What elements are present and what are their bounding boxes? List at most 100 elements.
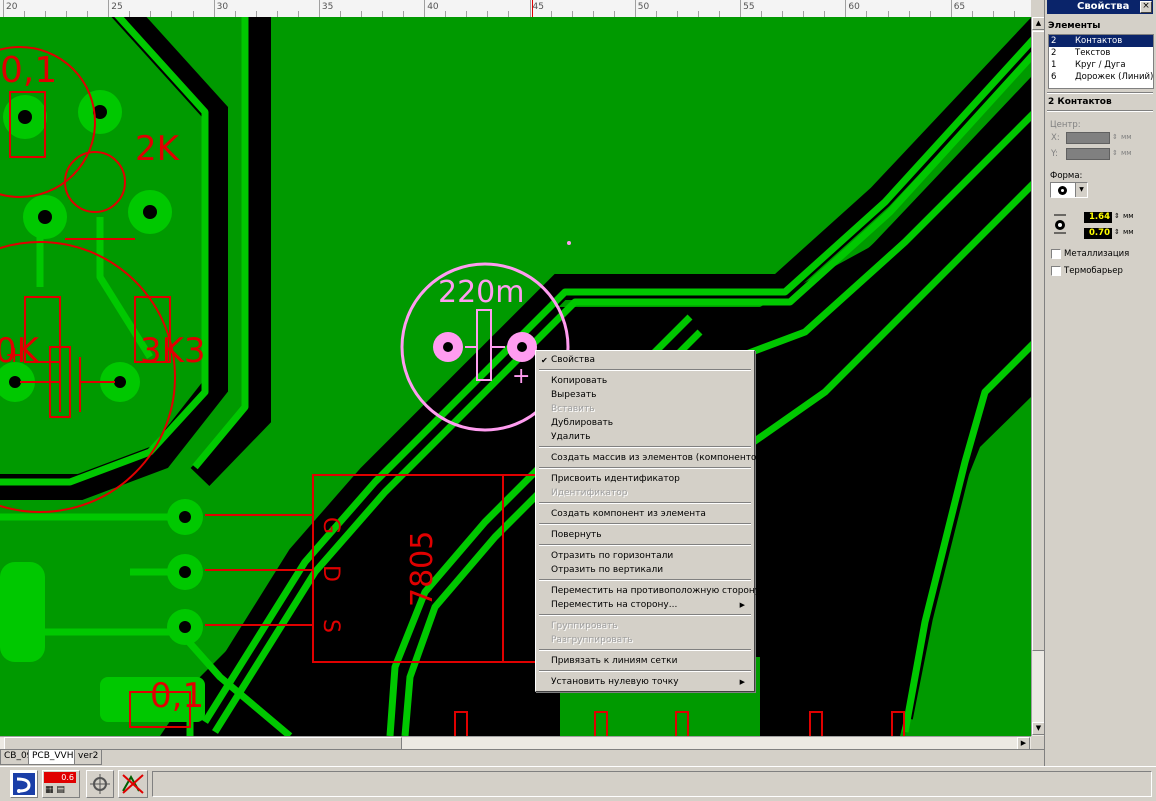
ruler-label: 50: [637, 2, 650, 12]
panel-divider: [1047, 110, 1153, 112]
menu-item-create-component[interactable]: Создать компонент из элемента: [539, 508, 751, 521]
center-y-field[interactable]: [1066, 148, 1110, 160]
center-x-label: X:: [1051, 133, 1060, 143]
tab-ver2[interactable]: ver2: [74, 750, 103, 765]
grid-mode-icon: ▦ ▤: [45, 785, 65, 795]
pcb-canvas[interactable]: 0,1 2K 0K 3K3 + 0,1 7805 G D S 220m +: [0, 17, 1031, 736]
menu-item-snap-to-grid[interactable]: Привязать к линиям сетки: [539, 655, 751, 668]
elements-list[interactable]: 2 Контактов 2 Текстов 1 Круг / Дуга 6 Дороже…: [1048, 34, 1154, 89]
center-label: Центр:: [1050, 120, 1081, 130]
shape-label: Форма:: [1050, 171, 1083, 181]
bottom-toolbar: 0.6 ▦ ▤: [0, 766, 1156, 801]
layout-tabs: CB_09 PCB_VVH ver2: [0, 749, 1044, 766]
menu-separator: [539, 579, 751, 581]
menu-item-set-zero-point[interactable]: Установить нулевую точку ▶: [539, 676, 751, 689]
ruler-label: 45: [532, 2, 544, 12]
regulator-pin-s: S: [318, 619, 343, 633]
thermal-label: Термобарьер: [1064, 266, 1123, 276]
menu-separator: [539, 467, 751, 469]
panel-title-bar: Свойства ×: [1047, 0, 1153, 14]
shape-dropdown[interactable]: ▼: [1050, 182, 1088, 198]
list-item-texts[interactable]: 2 Текстов: [1049, 47, 1153, 59]
label-3k3: 3K3: [140, 331, 206, 371]
hole-diameter-unit: мм: [1123, 228, 1134, 236]
metallization-checkbox[interactable]: [1051, 249, 1061, 259]
outer-diameter-spinner[interactable]: ⇕: [1114, 212, 1120, 220]
context-menu: ✔ Свойства Копировать Вырезать Вставить Д…: [535, 350, 765, 692]
menu-item-duplicate[interactable]: Дублировать: [539, 417, 751, 430]
regulator-pin-d: D: [318, 565, 343, 582]
outer-diameter-unit: мм: [1123, 212, 1134, 220]
ruler-major-tick: [529, 0, 531, 17]
menu-separator: [539, 649, 751, 651]
label-plus-left: +: [5, 343, 23, 368]
menu-item-move-opposite-side[interactable]: Переместить на противоположную сторону: [539, 585, 760, 598]
label-0-1-bottom: 0,1: [150, 676, 204, 716]
capacitor-plus: +: [512, 364, 530, 389]
ruler-label: 30: [216, 2, 229, 12]
menu-item-paste[interactable]: Вставить: [539, 403, 751, 416]
menu-item-rotate[interactable]: Повернуть: [539, 529, 751, 542]
metallization-label: Металлизация: [1064, 249, 1130, 259]
menu-item-move-to-side[interactable]: Переместить на сторону... ▶: [539, 599, 751, 612]
ruler-major-tick: [634, 0, 636, 17]
center-x-field[interactable]: [1066, 132, 1110, 144]
list-item-circle-arc[interactable]: 1 Круг / Дуга: [1049, 59, 1153, 71]
center-y-label: Y:: [1051, 149, 1058, 159]
center-y-unit: мм: [1121, 149, 1132, 157]
ruler-major-tick: [950, 0, 952, 17]
label-0-1-top: 0,1: [0, 50, 57, 91]
elements-header: Элементы: [1048, 21, 1101, 31]
outer-diameter-field[interactable]: 1.64: [1084, 212, 1112, 223]
ruler-major-tick: [424, 0, 426, 17]
horizontal-scrollbar[interactable]: ▶: [0, 736, 1031, 750]
menu-item-assign-id[interactable]: Присвоить идентификатор: [539, 473, 751, 486]
hole-diameter-field[interactable]: 0.70: [1084, 228, 1112, 239]
list-item-contacts[interactable]: 2 Контактов: [1049, 35, 1153, 47]
menu-item-mirror-horizontal[interactable]: Отразить по горизонтали: [539, 550, 751, 563]
label-2k: 2K: [135, 129, 181, 169]
snap-icon[interactable]: [10, 770, 38, 798]
tab-pcb-vvh[interactable]: PCB_VVH: [28, 750, 78, 765]
capacitor-value: 220m: [438, 275, 524, 310]
close-icon[interactable]: ×: [1140, 1, 1152, 13]
menu-item-properties[interactable]: ✔ Свойства: [539, 354, 751, 367]
grid-size-control[interactable]: 0.6 ▦ ▤: [42, 770, 80, 798]
submenu-arrow-icon: ▶: [739, 601, 745, 609]
ruler-label: 35: [321, 2, 334, 12]
drc-disabled-icon[interactable]: [118, 770, 148, 798]
menu-item-identifier[interactable]: Идентификатор: [539, 487, 751, 500]
round-pad-icon: [1058, 186, 1067, 195]
list-item-tracks[interactable]: 6 Дорожек (Линий): [1049, 71, 1153, 83]
ruler-label: 20: [6, 2, 18, 12]
menu-item-mirror-vertical[interactable]: Отразить по вертикали: [539, 564, 751, 577]
ruler-major-tick: [3, 0, 4, 17]
ruler-major-tick: [845, 0, 847, 17]
ruler-cursor-marker: [532, 0, 533, 17]
vertical-scrollbar[interactable]: ▲ ▼: [1031, 17, 1045, 736]
regulator-name: 7805: [405, 531, 440, 607]
menu-item-create-array[interactable]: Создать массив из элементов (компонентов…: [539, 452, 765, 465]
chevron-down-icon[interactable]: ▼: [1075, 183, 1087, 197]
menu-item-copy[interactable]: Копировать: [539, 375, 751, 388]
ruler-major-tick: [213, 0, 215, 17]
menu-item-ungroup[interactable]: Разгруппировать: [539, 634, 751, 647]
pcb-layout[interactable]: 0,1 2K 0K 3K3 + 0,1 7805 G D S 220m +: [0, 17, 1031, 736]
menu-separator: [539, 369, 751, 371]
pad-size-icon: [1053, 212, 1067, 238]
menu-item-delete[interactable]: Удалить: [539, 431, 751, 444]
hole-diameter-spinner[interactable]: ⇕: [1114, 228, 1120, 236]
crosshair-icon[interactable]: [86, 770, 114, 798]
status-area: [152, 771, 1152, 797]
menu-item-group[interactable]: Группировать: [539, 620, 751, 633]
ruler-label: 55: [743, 2, 755, 12]
menu-separator: [539, 523, 751, 525]
ruler-label: 40: [427, 2, 439, 12]
thermal-checkbox[interactable]: [1051, 266, 1061, 276]
menu-item-cut[interactable]: Вырезать: [539, 389, 751, 402]
ruler-major-tick: [740, 0, 742, 17]
check-icon: ✔: [541, 356, 548, 365]
regulator-pin-g: G: [318, 517, 343, 534]
properties-panel: Свойства × Элементы 2 Контактов 2 Текстов …: [1044, 0, 1156, 766]
x-spinner-icon: ⇕: [1112, 133, 1118, 141]
